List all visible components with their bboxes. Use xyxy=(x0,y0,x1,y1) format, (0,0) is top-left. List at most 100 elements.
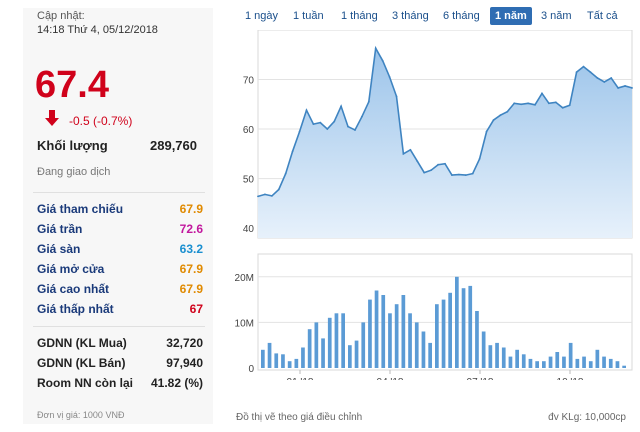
volume-bar xyxy=(354,340,359,368)
volume-bar xyxy=(582,356,586,368)
volume-bar xyxy=(481,331,486,368)
row-label: GDNN (KL Bán) xyxy=(37,356,126,370)
price-point xyxy=(264,193,266,196)
row-label: GDNN (KL Mua) xyxy=(37,336,127,350)
price-point xyxy=(451,174,453,177)
price-point xyxy=(326,128,329,130)
tab-1-week[interactable]: 1 tuần xyxy=(288,7,329,25)
volume-bar xyxy=(542,361,546,368)
price-point xyxy=(568,104,571,107)
price-point xyxy=(270,195,273,197)
price-point xyxy=(492,119,495,122)
price-row: Giá trần 72.6 xyxy=(37,219,203,239)
price-point xyxy=(478,157,481,160)
price-point xyxy=(464,174,467,177)
divider xyxy=(33,326,205,327)
volume-bar xyxy=(381,295,386,368)
volume-bar xyxy=(307,329,312,368)
volume-bar xyxy=(435,304,439,368)
tab-1-month[interactable]: 1 tháng xyxy=(336,7,383,25)
volume-unit-note: đv KLg: 10,000cp xyxy=(548,412,626,423)
price-point xyxy=(409,148,412,151)
volume-bar xyxy=(495,342,499,368)
price-point xyxy=(340,105,343,108)
price-point xyxy=(402,152,405,155)
volume-bar xyxy=(341,313,345,368)
volume-bar xyxy=(441,299,446,368)
tab-3-months[interactable]: 3 tháng xyxy=(387,7,434,25)
row-value: 41.82 (%) xyxy=(150,376,203,390)
price-point xyxy=(631,87,633,89)
x-tick-label: 04 '18 xyxy=(377,377,404,380)
volume-label: Khối lượng xyxy=(37,138,108,153)
row-value: 72.6 xyxy=(179,222,203,236)
row-label: Room NN còn lại xyxy=(37,376,134,390)
price-row: Giá mở cửa 67.9 xyxy=(37,259,203,279)
volume-bar xyxy=(595,349,600,368)
price-point xyxy=(554,101,557,104)
row-value: 67.9 xyxy=(179,262,203,276)
price-point xyxy=(354,129,356,131)
price-point xyxy=(430,169,433,172)
volume-value: 289,760 xyxy=(150,138,197,153)
row-label: Giá sàn xyxy=(37,242,81,256)
volume-bar xyxy=(428,342,432,368)
y-tick-label: 70 xyxy=(243,76,255,87)
price-chart: 40 50 60 70 xyxy=(243,30,633,239)
volume-bar xyxy=(588,361,593,368)
price-point xyxy=(381,59,384,62)
price-point xyxy=(444,162,446,165)
price-point xyxy=(485,130,488,133)
price-point xyxy=(360,115,363,118)
volume-bar xyxy=(468,285,473,368)
divider xyxy=(33,192,205,193)
volume-bar xyxy=(334,313,339,368)
row-value: 63.2 xyxy=(179,242,203,256)
volume-bar xyxy=(475,311,479,368)
price-point xyxy=(520,103,523,106)
price-point xyxy=(457,173,460,176)
tab-1-day[interactable]: 1 ngày xyxy=(240,7,283,25)
tab-1-year[interactable]: 1 năm xyxy=(490,7,532,25)
foreign-row: GDNN (KL Mua) 32,720 xyxy=(37,333,203,353)
x-tick-label: 01 '18 xyxy=(287,377,314,380)
tab-3-years[interactable]: 3 năm xyxy=(536,7,577,25)
volume-bar xyxy=(421,331,426,368)
price-point xyxy=(582,65,585,68)
volume-bar xyxy=(528,358,533,368)
price-row: Giá tham chiếu 67.9 xyxy=(37,199,203,219)
foreign-row: Room NN còn lại 41.82 (%) xyxy=(37,373,203,393)
tab-all[interactable]: Tất cả xyxy=(582,7,623,25)
price-point xyxy=(575,71,578,73)
updated-time: 14:18 Thứ 4, 05/12/2018 xyxy=(37,24,158,36)
row-value: 67.9 xyxy=(179,282,203,296)
volume-bar xyxy=(261,349,265,368)
volume-bar xyxy=(394,304,399,368)
price-point xyxy=(284,172,287,175)
volume-bar xyxy=(555,352,560,368)
row-label: Giá mở cửa xyxy=(37,262,105,276)
volume-bar xyxy=(287,361,292,368)
updated-label: Cập nhật: xyxy=(37,10,85,22)
down-arrow-icon xyxy=(45,110,59,126)
y-tick-label: 0 xyxy=(248,364,254,375)
volume-bar xyxy=(548,356,553,368)
unit-note: Đơn vị giá: 1000 VNĐ xyxy=(37,410,125,420)
y-tick-label: 50 xyxy=(243,175,255,186)
current-price: 67.4 xyxy=(35,64,109,106)
row-value: 97,940 xyxy=(166,356,203,370)
volume-bar xyxy=(535,361,539,368)
price-point xyxy=(367,100,370,103)
price-point xyxy=(561,106,564,109)
volume-bar xyxy=(361,322,366,368)
x-tick-label: 07 '18 xyxy=(467,377,494,380)
x-tick-label: 10 '18 xyxy=(557,377,584,380)
volume-bar xyxy=(568,342,573,368)
volume-bar xyxy=(615,361,620,368)
price-point xyxy=(499,114,502,117)
volume-bar xyxy=(488,345,493,368)
row-label: Giá thấp nhất xyxy=(37,302,114,316)
tab-6-months[interactable]: 6 tháng xyxy=(438,7,485,25)
price-point xyxy=(312,123,315,125)
volume-bar xyxy=(281,354,285,368)
